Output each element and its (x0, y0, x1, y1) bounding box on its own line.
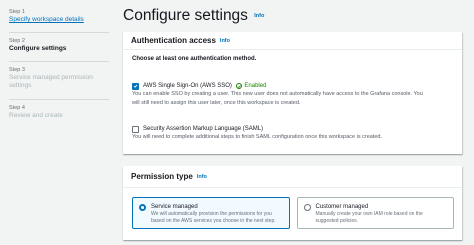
service-managed-radio[interactable] (139, 204, 146, 211)
sso-status-text: Enabled (244, 83, 267, 89)
checkmark-icon (133, 84, 138, 88)
service-managed-tile[interactable]: Service managed We will automatically pr… (132, 197, 290, 229)
step-3: Step 3 Service managed permission settin… (9, 67, 109, 90)
step-divider (9, 99, 109, 100)
step-2: Step 2 Configure settings (9, 38, 109, 53)
service-managed-desc-2: based on the AWS services you choose in … (151, 217, 276, 224)
sso-option: AWS Single Sign-On (AWS SSO) Enabled You… (132, 82, 454, 107)
saml-label: Security Assertion Markup Language (SAML… (143, 126, 264, 132)
authentication-access-title: Authentication access (131, 36, 216, 45)
saml-description: You will need to complete additional ste… (132, 134, 382, 140)
customer-managed-title: Customer managed (315, 204, 369, 210)
customer-managed-radio[interactable] (303, 204, 311, 211)
step-4: Step 4 Review and create (9, 105, 109, 120)
sso-label: AWS Single Sign-On (AWS SSO) (143, 83, 232, 89)
choose-method-label: Choose at least one authentication metho… (132, 56, 257, 62)
step-1-link[interactable]: Specify workspace details (9, 16, 109, 24)
step-2-title: Configure settings (9, 45, 67, 52)
service-managed-desc-1: We will automatically provision the perm… (151, 211, 272, 217)
sso-description-line-2: will still need to assign this user late… (132, 99, 301, 106)
step-3-title: Service managed permission settings (9, 74, 93, 89)
permission-type-title: Permission type (131, 172, 193, 181)
permission-options: Service managed We will automatically pr… (132, 197, 454, 229)
saml-option: Security Assertion Markup Language (SAML… (132, 125, 454, 142)
page-title-text: Configure settings (123, 7, 248, 24)
authentication-access-header: Authentication access Info (123, 32, 462, 50)
permission-info-link[interactable]: Info (197, 174, 207, 180)
page-info-link[interactable]: Info (254, 13, 264, 19)
sso-status: Enabled (235, 82, 267, 90)
page-title: Configure settings Info (123, 7, 264, 25)
sso-description-line-1: You can enable SSO by creating a user. T… (132, 91, 423, 97)
step-divider (9, 61, 109, 62)
service-managed-title: Service managed (151, 204, 198, 210)
step-1-number: Step 1 (9, 9, 25, 15)
step-2-number: Step 2 (9, 38, 25, 44)
sso-checkbox[interactable] (132, 82, 139, 90)
authentication-info-link[interactable]: Info (220, 38, 230, 44)
customer-managed-tile[interactable]: Customer managed Manually create your ow… (296, 197, 454, 229)
permission-type-header: Permission type Info (123, 166, 462, 188)
step-divider (9, 32, 109, 33)
authentication-access-panel: Authentication access Info Choose at lea… (123, 32, 462, 154)
main-content: Configure settings Info Authentication a… (123, 0, 463, 245)
step-4-title: Review and create (9, 112, 63, 119)
step-1[interactable]: Step 1 Specify workspace details (9, 9, 109, 24)
wizard-steps: Step 1 Specify workspace details Step 2 … (0, 0, 118, 245)
step-4-number: Step 4 (9, 105, 25, 111)
saml-checkbox[interactable] (132, 125, 139, 133)
step-3-number: Step 3 (9, 67, 25, 73)
success-circle-icon (235, 82, 243, 90)
permission-type-panel: Permission type Info Service managed We … (123, 166, 462, 240)
customer-managed-desc-2: suggested policies. (315, 217, 359, 224)
customer-managed-desc-1: Manually create your own IAM role based … (315, 211, 423, 217)
